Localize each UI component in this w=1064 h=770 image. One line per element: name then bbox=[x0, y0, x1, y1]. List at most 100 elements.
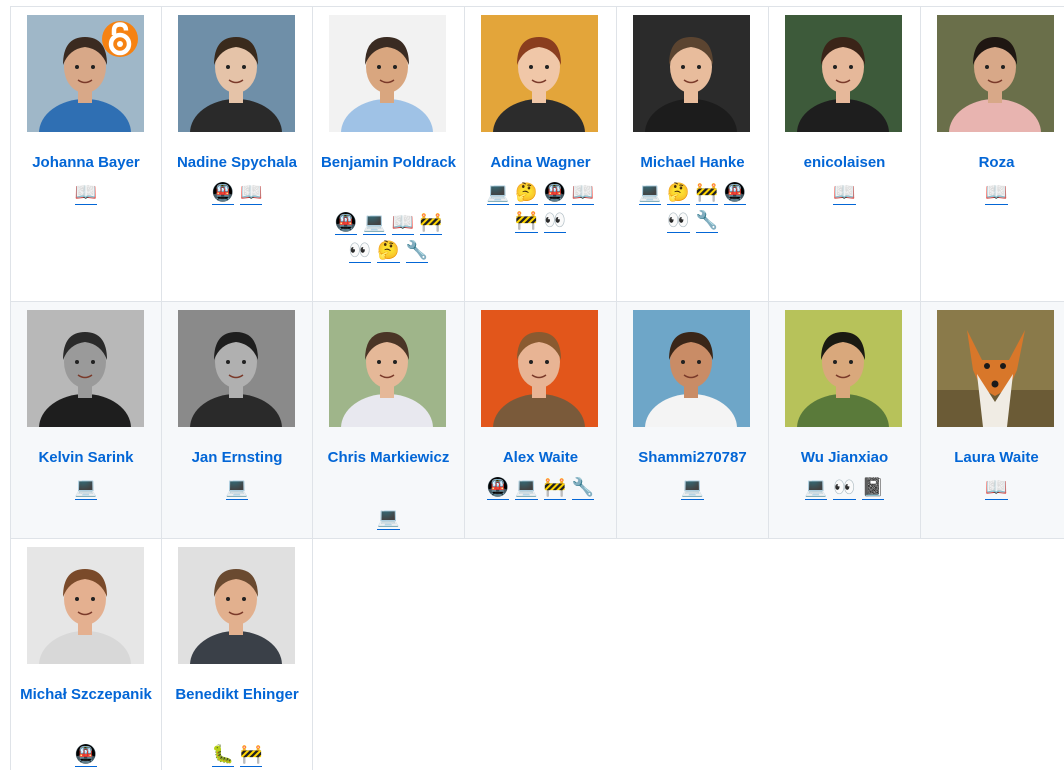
contributor-cell: Michael Hanke 💻 🤔 🚧 🚇 👀 🔧 bbox=[617, 6, 769, 302]
construction-icon[interactable]: 🚧 bbox=[419, 212, 443, 235]
laptop-icon[interactable]: 💻 bbox=[74, 477, 98, 500]
construction-icon[interactable]: 🚧 bbox=[240, 744, 263, 767]
contribution-types: 🐛 🚧 bbox=[162, 741, 312, 769]
laptop-icon[interactable]: 💻 bbox=[681, 477, 704, 500]
eyes-icon[interactable]: 👀 bbox=[667, 210, 690, 233]
contributor-avatar[interactable] bbox=[27, 310, 144, 427]
contribution-types: 💻 bbox=[11, 474, 161, 502]
eyes-icon[interactable]: 👀 bbox=[348, 240, 372, 263]
contributor-name-link[interactable]: Jan Ernsting bbox=[162, 442, 312, 473]
contribution-types: 💻 👀 📓 bbox=[769, 474, 920, 502]
contributor-name-link[interactable]: Alex Waite bbox=[465, 442, 616, 473]
contribution-types: 📖 bbox=[921, 179, 1064, 207]
contributor-avatar[interactable] bbox=[937, 15, 1054, 132]
book-icon[interactable]: 📖 bbox=[833, 182, 856, 205]
thinking-face-icon[interactable]: 🤔 bbox=[667, 182, 690, 205]
construction-icon[interactable]: 🚧 bbox=[515, 210, 538, 233]
contributor-avatar[interactable] bbox=[481, 15, 598, 132]
contributor-name-link[interactable]: Shammi270787 bbox=[617, 442, 768, 473]
book-icon[interactable]: 📖 bbox=[985, 477, 1008, 500]
contributor-cell: Kelvin Sarink 💻 bbox=[10, 302, 162, 539]
contributor-cell: Benedikt Ehinger 🐛 🚧 bbox=[162, 539, 313, 770]
contributor-avatar[interactable] bbox=[785, 310, 902, 427]
contributors-grid: Johanna Bayer 📖 Nadine Spychala 🚇 📖 Benjamin … bbox=[0, 0, 1064, 770]
metro-icon[interactable]: 🚇 bbox=[543, 182, 566, 205]
bug-icon[interactable]: 🐛 bbox=[211, 744, 234, 767]
contribution-types: 💻 🤔 🚧 🚇 👀 🔧 bbox=[617, 179, 768, 235]
notebook-icon[interactable]: 📓 bbox=[861, 477, 885, 500]
laptop-icon[interactable]: 💻 bbox=[638, 182, 662, 205]
contribution-types: 🚇 bbox=[11, 741, 161, 769]
contributor-avatar[interactable] bbox=[178, 15, 295, 132]
contributor-avatar[interactable] bbox=[27, 547, 144, 664]
contribution-types: 🚇 💻 🚧 🔧 bbox=[465, 474, 616, 502]
contributor-cell: Shammi270787 💻 bbox=[617, 302, 769, 539]
contributor-avatar[interactable] bbox=[178, 547, 295, 664]
contributor-name-link[interactable]: Laura Waite bbox=[921, 442, 1064, 473]
contribution-types: 💻 bbox=[313, 504, 464, 532]
laptop-icon[interactable]: 💻 bbox=[804, 477, 828, 500]
contributor-name-link[interactable]: Kelvin Sarink bbox=[11, 442, 161, 473]
book-icon[interactable]: 📖 bbox=[391, 212, 414, 235]
contribution-types: 🚇 💻 📖 🚧 👀 🤔 🔧 bbox=[313, 209, 464, 265]
contribution-types: 🚇 📖 bbox=[162, 179, 312, 207]
laptop-icon[interactable]: 💻 bbox=[225, 477, 249, 500]
contributor-name-link[interactable]: enicolaisen bbox=[769, 147, 920, 178]
contributor-name-link[interactable]: Wu Jianxiao bbox=[769, 442, 920, 473]
book-icon[interactable]: 📖 bbox=[985, 182, 1008, 205]
contributor-avatar[interactable] bbox=[481, 310, 598, 427]
contributor-avatar[interactable] bbox=[937, 310, 1054, 427]
metro-icon[interactable]: 🚇 bbox=[211, 182, 234, 205]
contributor-avatar[interactable] bbox=[178, 310, 295, 427]
contributor-cell: Benjamin Poldrack 🚇 💻 📖 🚧 👀 🤔 🔧 bbox=[313, 6, 465, 302]
metro-icon[interactable]: 🚇 bbox=[74, 744, 98, 767]
wrench-icon[interactable]: 🔧 bbox=[695, 210, 718, 233]
eyes-icon[interactable]: 👀 bbox=[543, 210, 566, 233]
contributor-name-link[interactable]: Roza bbox=[921, 147, 1064, 178]
thinking-face-icon[interactable]: 🤔 bbox=[377, 240, 400, 263]
book-icon[interactable]: 📖 bbox=[571, 182, 595, 205]
metro-icon[interactable]: 🚇 bbox=[723, 182, 747, 205]
contribution-types: 💻 bbox=[162, 474, 312, 502]
contributor-avatar[interactable] bbox=[633, 15, 750, 132]
eyes-icon[interactable]: 👀 bbox=[833, 477, 856, 500]
book-icon[interactable]: 📖 bbox=[240, 182, 263, 205]
contributor-name-link[interactable]: Johanna Bayer bbox=[11, 147, 161, 178]
contributor-cell: Alex Waite 🚇 💻 🚧 🔧 bbox=[465, 302, 617, 539]
laptop-icon[interactable]: 💻 bbox=[363, 212, 386, 235]
contribution-types: 📖 bbox=[921, 474, 1064, 502]
book-icon[interactable]: 📖 bbox=[74, 182, 98, 205]
construction-icon[interactable]: 🚧 bbox=[695, 182, 718, 205]
laptop-icon[interactable]: 💻 bbox=[515, 477, 538, 500]
contribution-types: 📖 bbox=[769, 179, 920, 207]
laptop-icon[interactable]: 💻 bbox=[377, 507, 400, 530]
contributor-cell: Roza 📖 bbox=[921, 6, 1064, 302]
contributor-name-link[interactable]: Michał Szczepanik bbox=[11, 679, 161, 710]
contributor-cell: Laura Waite 📖 bbox=[921, 302, 1064, 539]
contributor-avatar[interactable] bbox=[633, 310, 750, 427]
contributor-name-link[interactable]: Adina Wagner bbox=[465, 147, 616, 178]
contribution-types: 💻 bbox=[617, 474, 768, 502]
wrench-icon[interactable]: 🔧 bbox=[405, 240, 429, 263]
metro-icon[interactable]: 🚇 bbox=[334, 212, 358, 235]
contributor-name-link[interactable]: Michael Hanke bbox=[617, 147, 768, 178]
wrench-icon[interactable]: 🔧 bbox=[571, 477, 595, 500]
thinking-face-icon[interactable]: 🤔 bbox=[515, 182, 538, 205]
contributor-cell: Michał Szczepanik 🚇 bbox=[10, 539, 162, 770]
contributor-cell: enicolaisen 📖 bbox=[769, 6, 921, 302]
contributor-avatar[interactable] bbox=[785, 15, 902, 132]
construction-icon[interactable]: 🚧 bbox=[543, 477, 566, 500]
metro-icon[interactable]: 🚇 bbox=[486, 477, 510, 500]
contributor-cell: Wu Jianxiao 💻 👀 📓 bbox=[769, 302, 921, 539]
contributor-avatar[interactable] bbox=[329, 310, 446, 427]
contributor-avatar[interactable] bbox=[27, 15, 144, 132]
contributor-name-link[interactable]: Benjamin Poldrack bbox=[313, 147, 464, 178]
contributor-cell: Chris Markiewicz 💻 bbox=[313, 302, 465, 539]
contribution-types: 📖 bbox=[11, 179, 161, 207]
contributor-name-link[interactable]: Nadine Spychala bbox=[162, 147, 312, 178]
contributor-avatar[interactable] bbox=[329, 15, 446, 132]
contributor-name-link[interactable]: Benedikt Ehinger bbox=[162, 679, 312, 710]
contribution-types: 💻 🤔 🚇 📖 🚧 👀 bbox=[465, 179, 616, 235]
contributor-name-link[interactable]: Chris Markiewicz bbox=[313, 442, 464, 473]
laptop-icon[interactable]: 💻 bbox=[486, 182, 510, 205]
